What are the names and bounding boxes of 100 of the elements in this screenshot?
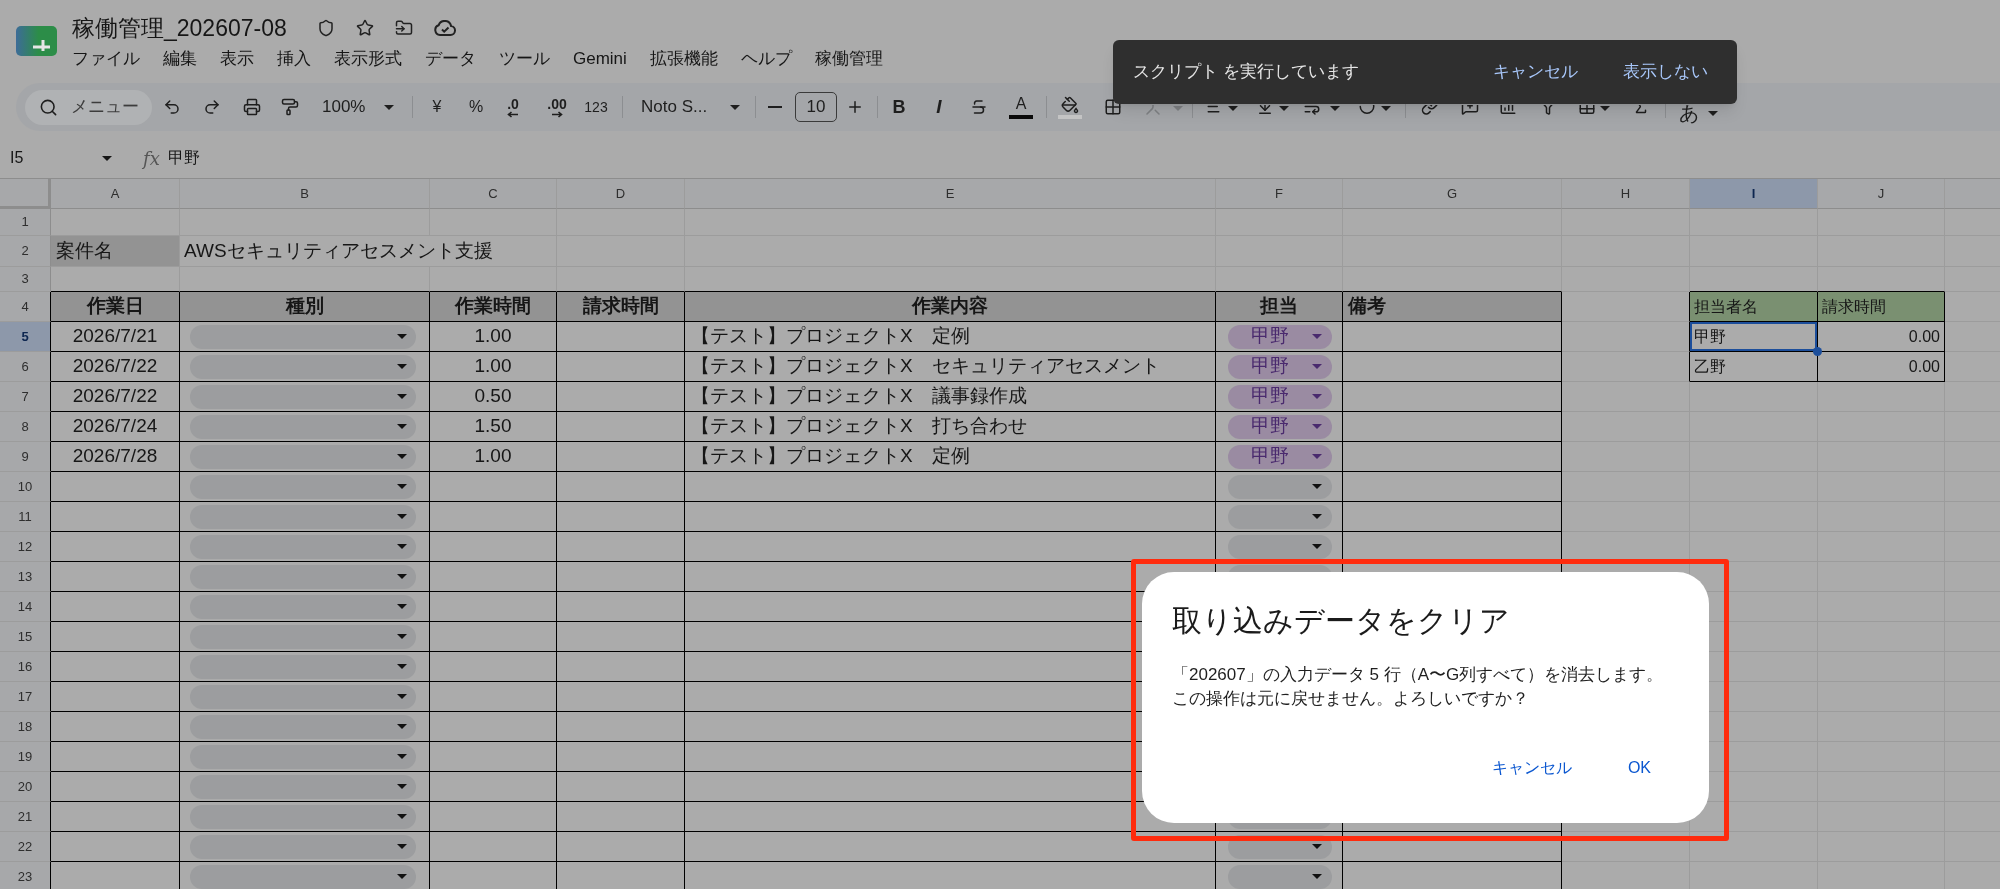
dropdown-field[interactable] bbox=[190, 684, 416, 709]
formula-value[interactable]: 甲野 bbox=[167, 146, 200, 170]
menu-item[interactable]: 表示形式 bbox=[334, 46, 402, 72]
row-header[interactable]: 12 bbox=[0, 532, 51, 562]
dropdown-field[interactable] bbox=[190, 564, 416, 589]
row-header[interactable]: 17 bbox=[0, 682, 51, 712]
assignee-chip[interactable]: 甲野 bbox=[1228, 354, 1332, 379]
row-header[interactable]: 22 bbox=[0, 832, 51, 862]
menu-item[interactable]: 拡張機能 bbox=[649, 46, 718, 72]
snackbar-button[interactable]: キャンセル bbox=[1485, 54, 1586, 90]
dropdown-field[interactable] bbox=[190, 774, 416, 799]
input-tools-button[interactable]: あ bbox=[1675, 92, 1722, 122]
column-header[interactable]: J bbox=[1818, 179, 1945, 209]
menu-item[interactable]: 編集 bbox=[163, 46, 197, 72]
row-header[interactable]: 3 bbox=[0, 267, 51, 292]
increase-decimal-button[interactable]: .00 bbox=[543, 92, 571, 122]
snackbar-button[interactable]: 表示しない bbox=[1615, 54, 1716, 90]
row-header[interactable]: 20 bbox=[0, 772, 51, 802]
arrow-right-icon bbox=[551, 110, 563, 118]
row-header[interactable]: 10 bbox=[0, 472, 51, 502]
row-header[interactable]: 7 bbox=[0, 382, 51, 412]
column-header[interactable]: D bbox=[557, 179, 685, 209]
fill-handle-icon[interactable] bbox=[1813, 347, 1822, 356]
menu-item[interactable]: 表示 bbox=[220, 46, 254, 72]
logo-icon[interactable] bbox=[16, 26, 57, 56]
text-color-button[interactable]: A bbox=[1007, 92, 1035, 122]
column-header[interactable]: H bbox=[1562, 179, 1690, 209]
assignee-chip[interactable]: 甲野 bbox=[1228, 384, 1332, 409]
row-header[interactable]: 16 bbox=[0, 652, 51, 682]
dropdown-field[interactable] bbox=[190, 444, 416, 469]
column-header[interactable]: C bbox=[430, 179, 557, 209]
menu-item[interactable]: 稼働管理 bbox=[814, 46, 883, 72]
menu-item[interactable]: 挿入 bbox=[277, 46, 311, 72]
currency-button[interactable]: ¥ bbox=[423, 92, 451, 122]
dropdown-field[interactable] bbox=[190, 744, 416, 769]
decrease-decimal-button[interactable]: .0 bbox=[499, 92, 527, 122]
row-header[interactable]: 1 bbox=[0, 209, 51, 236]
row-header[interactable]: 14 bbox=[0, 592, 51, 622]
select-all-corner[interactable] bbox=[0, 179, 51, 209]
dropdown-field[interactable] bbox=[190, 654, 416, 679]
bold-button[interactable]: B bbox=[885, 92, 913, 122]
column-header[interactable]: A bbox=[51, 179, 180, 209]
dialog-button[interactable]: OK bbox=[1615, 748, 1663, 788]
row-header[interactable]: 11 bbox=[0, 502, 51, 532]
menu-item[interactable]: ツール bbox=[499, 46, 550, 72]
font-size-field[interactable]: 10 bbox=[795, 92, 837, 122]
caret-icon bbox=[1312, 844, 1322, 849]
dropdown-field[interactable] bbox=[190, 504, 416, 529]
percent-button[interactable]: % bbox=[462, 92, 490, 122]
column-header[interactable]: B bbox=[180, 179, 430, 209]
dropdown-field[interactable] bbox=[190, 624, 416, 649]
caret-icon bbox=[1173, 106, 1183, 111]
font-dropdown[interactable]: Noto S... bbox=[641, 92, 740, 122]
row-header[interactable]: 21 bbox=[0, 802, 51, 832]
assignee-chip[interactable]: 甲野 bbox=[1228, 444, 1332, 469]
cloud-check-icon[interactable] bbox=[433, 20, 456, 36]
dropdown-field[interactable] bbox=[190, 864, 416, 889]
row-header[interactable]: 19 bbox=[0, 742, 51, 772]
dropdown-field[interactable] bbox=[190, 474, 416, 499]
assignee-chip[interactable]: 甲野 bbox=[1228, 414, 1332, 439]
dropdown-field[interactable] bbox=[190, 384, 416, 409]
row-header[interactable]: 9 bbox=[0, 442, 51, 472]
dropdown-field[interactable] bbox=[190, 834, 416, 859]
italic-button[interactable]: I bbox=[925, 92, 953, 122]
dropdown-field[interactable] bbox=[1228, 504, 1332, 529]
column-header[interactable]: I bbox=[1690, 179, 1818, 209]
dropdown-field[interactable] bbox=[190, 414, 416, 439]
zoom-dropdown[interactable]: 100% bbox=[316, 92, 400, 122]
row-header[interactable]: 5 bbox=[0, 322, 51, 352]
column-header[interactable]: G bbox=[1343, 179, 1562, 209]
row-header[interactable]: 23 bbox=[0, 862, 51, 889]
menu-item[interactable]: ファイル bbox=[72, 46, 140, 72]
dropdown-field[interactable] bbox=[190, 324, 416, 349]
column-header[interactable]: E bbox=[685, 179, 1216, 209]
menu-item[interactable]: データ bbox=[425, 46, 476, 72]
name-box[interactable]: I5 bbox=[0, 143, 118, 173]
dropdown-field[interactable] bbox=[1228, 474, 1332, 499]
number-format-button[interactable]: 123 bbox=[578, 92, 614, 122]
row-header[interactable]: 8 bbox=[0, 412, 51, 442]
dropdown-field[interactable] bbox=[190, 714, 416, 739]
document-title[interactable]: 稼働管理_202607-08 bbox=[72, 10, 287, 46]
search-field[interactable]: メニュー bbox=[25, 89, 152, 125]
dialog-button[interactable]: キャンセル bbox=[1479, 748, 1584, 788]
row-header[interactable]: 6 bbox=[0, 352, 51, 382]
dropdown-field[interactable] bbox=[190, 534, 416, 559]
row-header[interactable]: 13 bbox=[0, 562, 51, 592]
menu-item[interactable]: Gemini bbox=[573, 46, 627, 72]
dropdown-field[interactable] bbox=[1228, 864, 1332, 889]
menu-item[interactable]: ヘルプ bbox=[740, 46, 792, 72]
dropdown-field[interactable] bbox=[1228, 534, 1332, 559]
dropdown-field[interactable] bbox=[190, 354, 416, 379]
dropdown-field[interactable] bbox=[190, 804, 416, 829]
row-header[interactable]: 4 bbox=[0, 292, 51, 322]
column-header[interactable] bbox=[1945, 179, 2000, 209]
dropdown-field[interactable] bbox=[190, 594, 416, 619]
column-header[interactable]: F bbox=[1216, 179, 1343, 209]
row-header[interactable]: 2 bbox=[0, 236, 51, 267]
row-header[interactable]: 15 bbox=[0, 622, 51, 652]
row-header[interactable]: 18 bbox=[0, 712, 51, 742]
assignee-chip[interactable]: 甲野 bbox=[1228, 324, 1332, 349]
